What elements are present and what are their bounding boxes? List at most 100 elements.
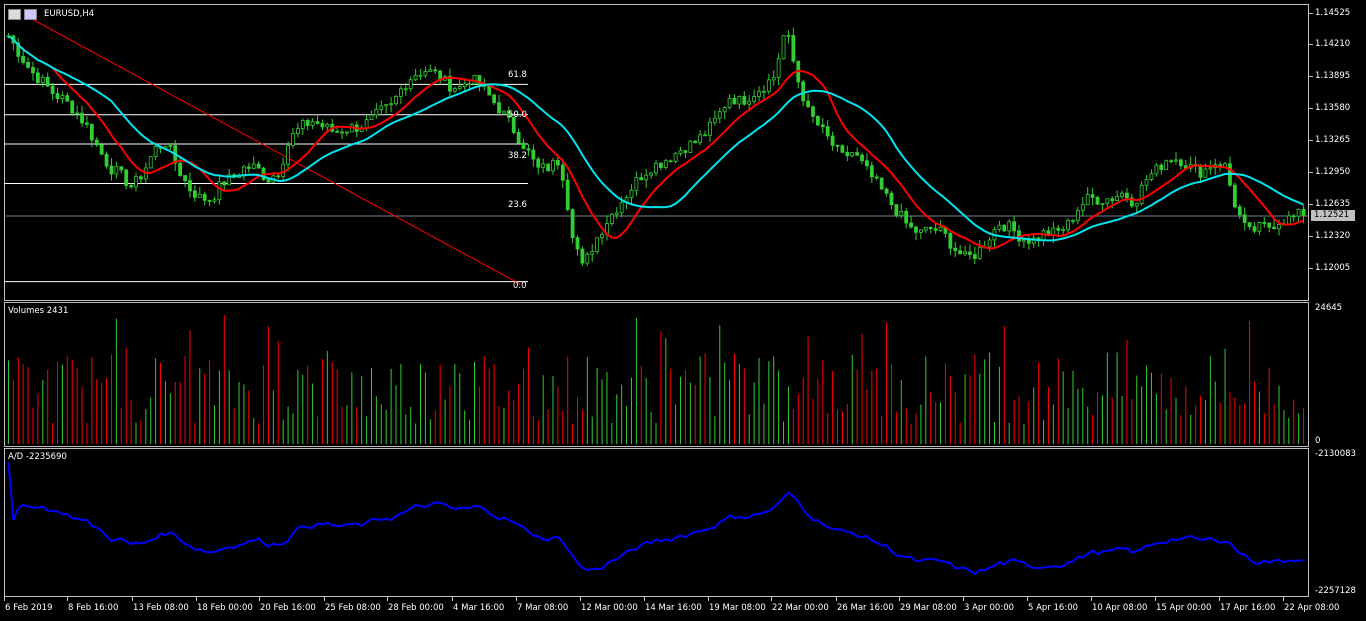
candle-body — [845, 151, 850, 157]
candle-body — [384, 104, 389, 107]
candle-body — [295, 128, 300, 134]
candle-body — [492, 94, 497, 104]
candle-body — [1198, 164, 1203, 178]
volumes-axis-min: 0 — [1315, 436, 1321, 446]
time-tick — [387, 597, 388, 601]
candle-body — [1115, 196, 1120, 202]
candle-body — [281, 163, 286, 178]
time-tick — [324, 597, 325, 601]
candle-body — [374, 108, 379, 116]
candle-body — [894, 204, 899, 217]
time-axis-label: 13 Feb 08:00 — [133, 603, 189, 613]
candle-body — [457, 86, 462, 90]
candle-body — [752, 96, 757, 102]
candle-body — [467, 83, 472, 86]
fib-level-0: 0.0 — [513, 281, 527, 291]
candle-body — [1075, 209, 1080, 221]
candle-body — [369, 114, 374, 120]
candle-body — [109, 165, 114, 175]
candle-body — [771, 77, 776, 81]
candle-body — [869, 165, 874, 178]
time-tick — [196, 597, 197, 601]
candle-body — [50, 85, 55, 94]
candle-body — [958, 250, 963, 255]
chart-type-icon — [24, 9, 37, 20]
candle-body — [717, 111, 722, 119]
candle-body — [629, 189, 634, 199]
chart-window-icon — [8, 9, 21, 20]
candle-body — [683, 150, 688, 153]
candle-body — [644, 174, 649, 181]
candle-body — [722, 107, 727, 113]
candle-body — [860, 154, 864, 162]
candle-body — [310, 121, 315, 126]
candle-body — [1277, 224, 1281, 230]
candle-body — [914, 226, 918, 233]
ad-axis-min: -2257128 — [1315, 586, 1356, 596]
candle-body — [1232, 184, 1237, 208]
candle-body — [614, 212, 619, 215]
candle-body — [1085, 194, 1090, 206]
price-axis-label: 1.13265 — [1315, 135, 1351, 145]
candle-body — [55, 93, 60, 99]
candle-body — [153, 146, 158, 158]
candle-body — [40, 76, 45, 83]
time-axis-label: 22 Apr 08:00 — [1284, 603, 1340, 613]
candle-body — [1267, 222, 1272, 228]
chart-canvas[interactable] — [0, 0, 1366, 621]
candle-body — [1169, 160, 1173, 163]
candle-body — [207, 199, 212, 202]
time-axis-label: 28 Feb 00:00 — [388, 603, 444, 613]
candle-body — [928, 226, 933, 229]
price-axis-label: 1.12320 — [1315, 231, 1351, 241]
candle-body — [575, 237, 580, 250]
volumes-axis-max: 24645 — [1315, 303, 1343, 313]
time-axis-label: 15 Apr 00:00 — [1156, 603, 1212, 613]
candle-body — [516, 132, 521, 144]
candle-body — [521, 142, 526, 150]
time-tick — [1091, 597, 1092, 601]
time-axis-label: 10 Apr 08:00 — [1092, 603, 1148, 613]
candle-body — [1257, 222, 1262, 232]
candle-body — [394, 96, 398, 105]
candle-body — [634, 177, 639, 191]
candle-body — [1301, 209, 1306, 216]
candle-body — [222, 181, 227, 186]
candle-body — [600, 233, 604, 239]
fib-level-50: 50.0 — [508, 110, 527, 120]
time-axis-label: 4 Mar 16:00 — [453, 603, 505, 613]
candle-body — [673, 153, 678, 162]
candle-body — [659, 162, 663, 169]
candle-body — [884, 188, 889, 194]
candle-body — [256, 163, 261, 169]
ad-line — [7, 461, 1304, 576]
candle-body — [1022, 239, 1026, 242]
candle-body — [1208, 167, 1213, 170]
y-tick — [1309, 76, 1313, 77]
candle-body — [1007, 221, 1012, 232]
y-tick — [1309, 44, 1313, 45]
candle-body — [953, 247, 958, 251]
candle-body — [811, 106, 815, 117]
candle-body — [408, 79, 413, 90]
candle-body — [340, 131, 344, 134]
candle-body — [708, 121, 712, 136]
candle-body — [1125, 192, 1129, 199]
candle-body — [1095, 196, 1100, 205]
candle-body — [565, 179, 570, 211]
price-axis-label: 1.13580 — [1315, 103, 1351, 113]
candle-body — [423, 71, 428, 76]
y-tick — [1309, 140, 1313, 141]
candle-body — [663, 160, 668, 169]
candle-body — [1071, 219, 1075, 222]
candle-body — [874, 176, 879, 179]
candle-body — [933, 228, 938, 231]
fib-level-23-6: 23.6 — [508, 200, 527, 210]
candle-body — [291, 133, 295, 146]
candle-body — [202, 193, 207, 201]
candle-body — [80, 112, 84, 124]
time-tick — [1027, 597, 1028, 601]
y-tick — [1309, 13, 1313, 14]
time-tick — [899, 597, 900, 601]
candle-body — [183, 175, 187, 181]
